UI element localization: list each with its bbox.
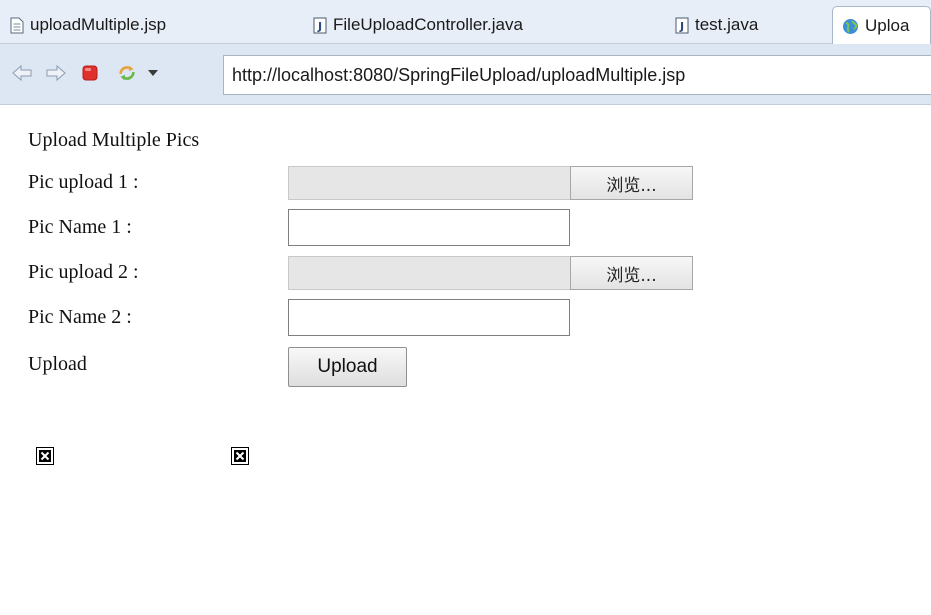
globe-icon [842,18,859,35]
tab-upload-multiple-jsp[interactable]: uploadMultiple.jsp [10,6,265,44]
pic-upload-1-browse-button[interactable]: 浏览... [570,166,693,200]
pic-name-1-field[interactable] [288,209,570,246]
pic-upload-1-path-field[interactable] [288,166,570,200]
pic-upload-1-label: Pic upload 1 : [28,171,139,193]
page-content: Upload Multiple Pics Pic upload 1 : 浏览..… [0,105,931,615]
pic-name-1-label: Pic Name 1 : [28,216,132,238]
refresh-icon[interactable] [117,62,137,84]
upload-label: Upload [28,353,87,375]
svg-text:J: J [317,20,322,33]
pic-name-2-field[interactable] [288,299,570,336]
tab-label: test.java [695,15,759,34]
browser-toolbar: http://localhost:8080/SpringFileUpload/u… [0,44,931,105]
editor-tab-bar: uploadMultiple.jsp J FileUploadControlle… [0,0,931,45]
pic-upload-2-browse-button[interactable]: 浏览... [570,256,693,290]
back-arrow-icon[interactable] [12,62,32,84]
pic-upload-2-label: Pic upload 2 : [28,261,139,283]
pic-upload-1-file-input[interactable]: 浏览... [288,166,693,200]
broken-image-icon [231,447,249,465]
dropdown-arrow-icon[interactable] [146,62,160,84]
svg-text:J: J [679,20,684,33]
tab-upload-browser[interactable]: Uploa [832,6,931,45]
url-text: http://localhost:8080/SpringFileUpload/u… [232,65,686,85]
url-address-bar[interactable]: http://localhost:8080/SpringFileUpload/u… [223,55,931,95]
pic-name-2-label: Pic Name 2 : [28,306,132,328]
pic-upload-2-file-input[interactable]: 浏览... [288,256,693,290]
tab-label: FileUploadController.java [333,15,523,34]
jsp-file-icon [10,17,24,34]
tab-label: Uploa [865,16,910,35]
broken-image-icon [36,447,54,465]
java-file-icon: J [313,17,327,34]
java-file-icon: J [675,17,689,34]
pic-upload-2-path-field[interactable] [288,256,570,290]
forward-arrow-icon[interactable] [46,62,66,84]
tab-file-upload-controller-java[interactable]: J FileUploadController.java [313,6,623,44]
page-heading: Upload Multiple Pics [28,129,200,151]
tab-test-java[interactable]: J test.java [675,6,815,44]
stop-icon[interactable] [80,62,100,84]
upload-button[interactable]: Upload [288,347,407,387]
tab-label: uploadMultiple.jsp [30,15,167,34]
